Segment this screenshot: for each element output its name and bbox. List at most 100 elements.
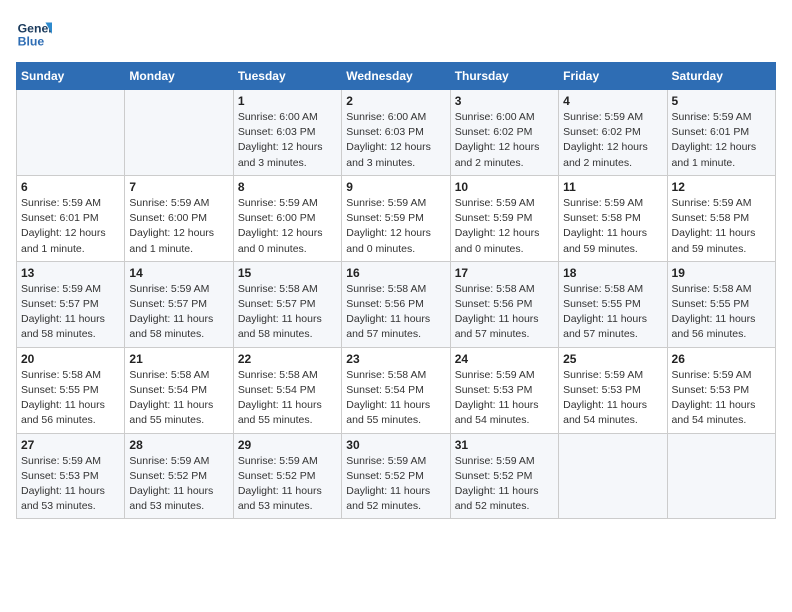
day-info: Sunrise: 5:59 AM Sunset: 5:53 PM Dayligh… xyxy=(455,368,554,429)
svg-text:Blue: Blue xyxy=(18,34,45,48)
calendar-cell: 25 Sunrise: 5:59 AM Sunset: 5:53 PM Dayli… xyxy=(559,347,667,433)
day-info: Sunrise: 5:59 AM Sunset: 5:52 PM Dayligh… xyxy=(129,454,228,515)
day-number: 25 xyxy=(563,352,662,366)
calendar-cell: 2 Sunrise: 6:00 AM Sunset: 6:03 PM Daylig… xyxy=(342,90,450,176)
day-number: 20 xyxy=(21,352,120,366)
day-number: 13 xyxy=(21,266,120,280)
day-info: Sunrise: 5:59 AM Sunset: 5:53 PM Dayligh… xyxy=(21,454,120,515)
calendar-week-5: 27 Sunrise: 5:59 AM Sunset: 5:53 PM Dayli… xyxy=(17,433,776,519)
calendar-header-row: SundayMondayTuesdayWednesdayThursdayFrid… xyxy=(17,63,776,90)
day-number: 18 xyxy=(563,266,662,280)
day-info: Sunrise: 5:59 AM Sunset: 5:57 PM Dayligh… xyxy=(129,282,228,343)
day-info: Sunrise: 5:59 AM Sunset: 5:58 PM Dayligh… xyxy=(672,196,771,257)
calendar-cell: 18 Sunrise: 5:58 AM Sunset: 5:55 PM Dayli… xyxy=(559,261,667,347)
calendar-cell: 29 Sunrise: 5:59 AM Sunset: 5:52 PM Dayli… xyxy=(233,433,341,519)
calendar-week-1: 1 Sunrise: 6:00 AM Sunset: 6:03 PM Daylig… xyxy=(17,90,776,176)
header-day-saturday: Saturday xyxy=(667,63,775,90)
calendar-cell xyxy=(559,433,667,519)
day-info: Sunrise: 5:59 AM Sunset: 5:52 PM Dayligh… xyxy=(346,454,445,515)
calendar-cell: 13 Sunrise: 5:59 AM Sunset: 5:57 PM Dayli… xyxy=(17,261,125,347)
calendar-cell: 7 Sunrise: 5:59 AM Sunset: 6:00 PM Daylig… xyxy=(125,175,233,261)
calendar-cell xyxy=(17,90,125,176)
day-info: Sunrise: 5:59 AM Sunset: 6:00 PM Dayligh… xyxy=(129,196,228,257)
calendar-cell xyxy=(667,433,775,519)
calendar-week-4: 20 Sunrise: 5:58 AM Sunset: 5:55 PM Dayli… xyxy=(17,347,776,433)
calendar-cell: 22 Sunrise: 5:58 AM Sunset: 5:54 PM Dayli… xyxy=(233,347,341,433)
day-info: Sunrise: 5:59 AM Sunset: 5:53 PM Dayligh… xyxy=(672,368,771,429)
calendar-cell: 14Sunrise: 5:59 AM Sunset: 5:57 PM Dayli… xyxy=(125,261,233,347)
calendar-cell: 11Sunrise: 5:59 AM Sunset: 5:58 PM Dayli… xyxy=(559,175,667,261)
calendar-cell: 8Sunrise: 5:59 AM Sunset: 6:00 PM Daylig… xyxy=(233,175,341,261)
day-number: 15 xyxy=(238,266,337,280)
day-info: Sunrise: 5:59 AM Sunset: 5:59 PM Dayligh… xyxy=(455,196,554,257)
header-day-friday: Friday xyxy=(559,63,667,90)
day-number: 19 xyxy=(672,266,771,280)
header-day-monday: Monday xyxy=(125,63,233,90)
day-number: 23 xyxy=(346,352,445,366)
day-number: 3 xyxy=(455,94,554,108)
header-day-thursday: Thursday xyxy=(450,63,558,90)
calendar-cell: 24Sunrise: 5:59 AM Sunset: 5:53 PM Dayli… xyxy=(450,347,558,433)
calendar-cell: 30 Sunrise: 5:59 AM Sunset: 5:52 PM Dayli… xyxy=(342,433,450,519)
day-info: Sunrise: 5:58 AM Sunset: 5:55 PM Dayligh… xyxy=(672,282,771,343)
day-info: Sunrise: 5:59 AM Sunset: 5:59 PM Dayligh… xyxy=(346,196,445,257)
calendar-cell: 31 Sunrise: 5:59 AM Sunset: 5:52 PM Dayli… xyxy=(450,433,558,519)
day-info: Sunrise: 5:59 AM Sunset: 5:52 PM Dayligh… xyxy=(455,454,554,515)
calendar-cell: 16 Sunrise: 5:58 AM Sunset: 5:56 PM Dayli… xyxy=(342,261,450,347)
calendar-cell: 27 Sunrise: 5:59 AM Sunset: 5:53 PM Dayli… xyxy=(17,433,125,519)
day-number: 31 xyxy=(455,438,554,452)
day-info: Sunrise: 6:00 AM Sunset: 6:03 PM Dayligh… xyxy=(238,110,337,171)
calendar-cell: 4 Sunrise: 5:59 AM Sunset: 6:02 PM Daylig… xyxy=(559,90,667,176)
day-number: 2 xyxy=(346,94,445,108)
calendar-cell: 17Sunrise: 5:58 AM Sunset: 5:56 PM Dayli… xyxy=(450,261,558,347)
day-number: 16 xyxy=(346,266,445,280)
page-header: General Blue xyxy=(16,16,776,52)
day-number: 9 xyxy=(346,180,445,194)
calendar-cell: 12 Sunrise: 5:59 AM Sunset: 5:58 PM Dayli… xyxy=(667,175,775,261)
calendar-cell: 20 Sunrise: 5:58 AM Sunset: 5:55 PM Dayli… xyxy=(17,347,125,433)
day-info: Sunrise: 5:58 AM Sunset: 5:56 PM Dayligh… xyxy=(346,282,445,343)
calendar-cell xyxy=(125,90,233,176)
day-number: 11 xyxy=(563,180,662,194)
day-info: Sunrise: 5:58 AM Sunset: 5:55 PM Dayligh… xyxy=(21,368,120,429)
header-day-sunday: Sunday xyxy=(17,63,125,90)
calendar-cell: 10Sunrise: 5:59 AM Sunset: 5:59 PM Dayli… xyxy=(450,175,558,261)
calendar-cell: 1 Sunrise: 6:00 AM Sunset: 6:03 PM Daylig… xyxy=(233,90,341,176)
day-number: 28 xyxy=(129,438,228,452)
logo: General Blue xyxy=(16,16,52,52)
calendar-cell: 19 Sunrise: 5:58 AM Sunset: 5:55 PM Dayli… xyxy=(667,261,775,347)
calendar-cell: 28 Sunrise: 5:59 AM Sunset: 5:52 PM Dayli… xyxy=(125,433,233,519)
day-info: Sunrise: 5:58 AM Sunset: 5:54 PM Dayligh… xyxy=(238,368,337,429)
day-info: Sunrise: 5:59 AM Sunset: 5:57 PM Dayligh… xyxy=(21,282,120,343)
day-number: 5 xyxy=(672,94,771,108)
calendar-cell: 5Sunrise: 5:59 AM Sunset: 6:01 PM Daylig… xyxy=(667,90,775,176)
day-info: Sunrise: 5:59 AM Sunset: 5:52 PM Dayligh… xyxy=(238,454,337,515)
calendar-body: 1 Sunrise: 6:00 AM Sunset: 6:03 PM Daylig… xyxy=(17,90,776,519)
day-number: 1 xyxy=(238,94,337,108)
day-number: 27 xyxy=(21,438,120,452)
header-day-wednesday: Wednesday xyxy=(342,63,450,90)
day-info: Sunrise: 5:58 AM Sunset: 5:54 PM Dayligh… xyxy=(346,368,445,429)
calendar-cell: 21 Sunrise: 5:58 AM Sunset: 5:54 PM Dayli… xyxy=(125,347,233,433)
day-number: 30 xyxy=(346,438,445,452)
day-number: 4 xyxy=(563,94,662,108)
calendar-cell: 26Sunrise: 5:59 AM Sunset: 5:53 PM Dayli… xyxy=(667,347,775,433)
day-info: Sunrise: 5:58 AM Sunset: 5:56 PM Dayligh… xyxy=(455,282,554,343)
day-number: 22 xyxy=(238,352,337,366)
day-info: Sunrise: 5:59 AM Sunset: 6:02 PM Dayligh… xyxy=(563,110,662,171)
day-info: Sunrise: 5:59 AM Sunset: 5:53 PM Dayligh… xyxy=(563,368,662,429)
day-number: 12 xyxy=(672,180,771,194)
calendar-cell: 23 Sunrise: 5:58 AM Sunset: 5:54 PM Dayli… xyxy=(342,347,450,433)
calendar-cell: 3 Sunrise: 6:00 AM Sunset: 6:02 PM Daylig… xyxy=(450,90,558,176)
day-number: 8 xyxy=(238,180,337,194)
day-number: 21 xyxy=(129,352,228,366)
day-info: Sunrise: 5:58 AM Sunset: 5:55 PM Dayligh… xyxy=(563,282,662,343)
day-number: 6 xyxy=(21,180,120,194)
day-info: Sunrise: 5:58 AM Sunset: 5:54 PM Dayligh… xyxy=(129,368,228,429)
header-day-tuesday: Tuesday xyxy=(233,63,341,90)
calendar-week-2: 6Sunrise: 5:59 AM Sunset: 6:01 PM Daylig… xyxy=(17,175,776,261)
day-number: 7 xyxy=(129,180,228,194)
day-number: 29 xyxy=(238,438,337,452)
day-info: Sunrise: 6:00 AM Sunset: 6:02 PM Dayligh… xyxy=(455,110,554,171)
day-info: Sunrise: 6:00 AM Sunset: 6:03 PM Dayligh… xyxy=(346,110,445,171)
